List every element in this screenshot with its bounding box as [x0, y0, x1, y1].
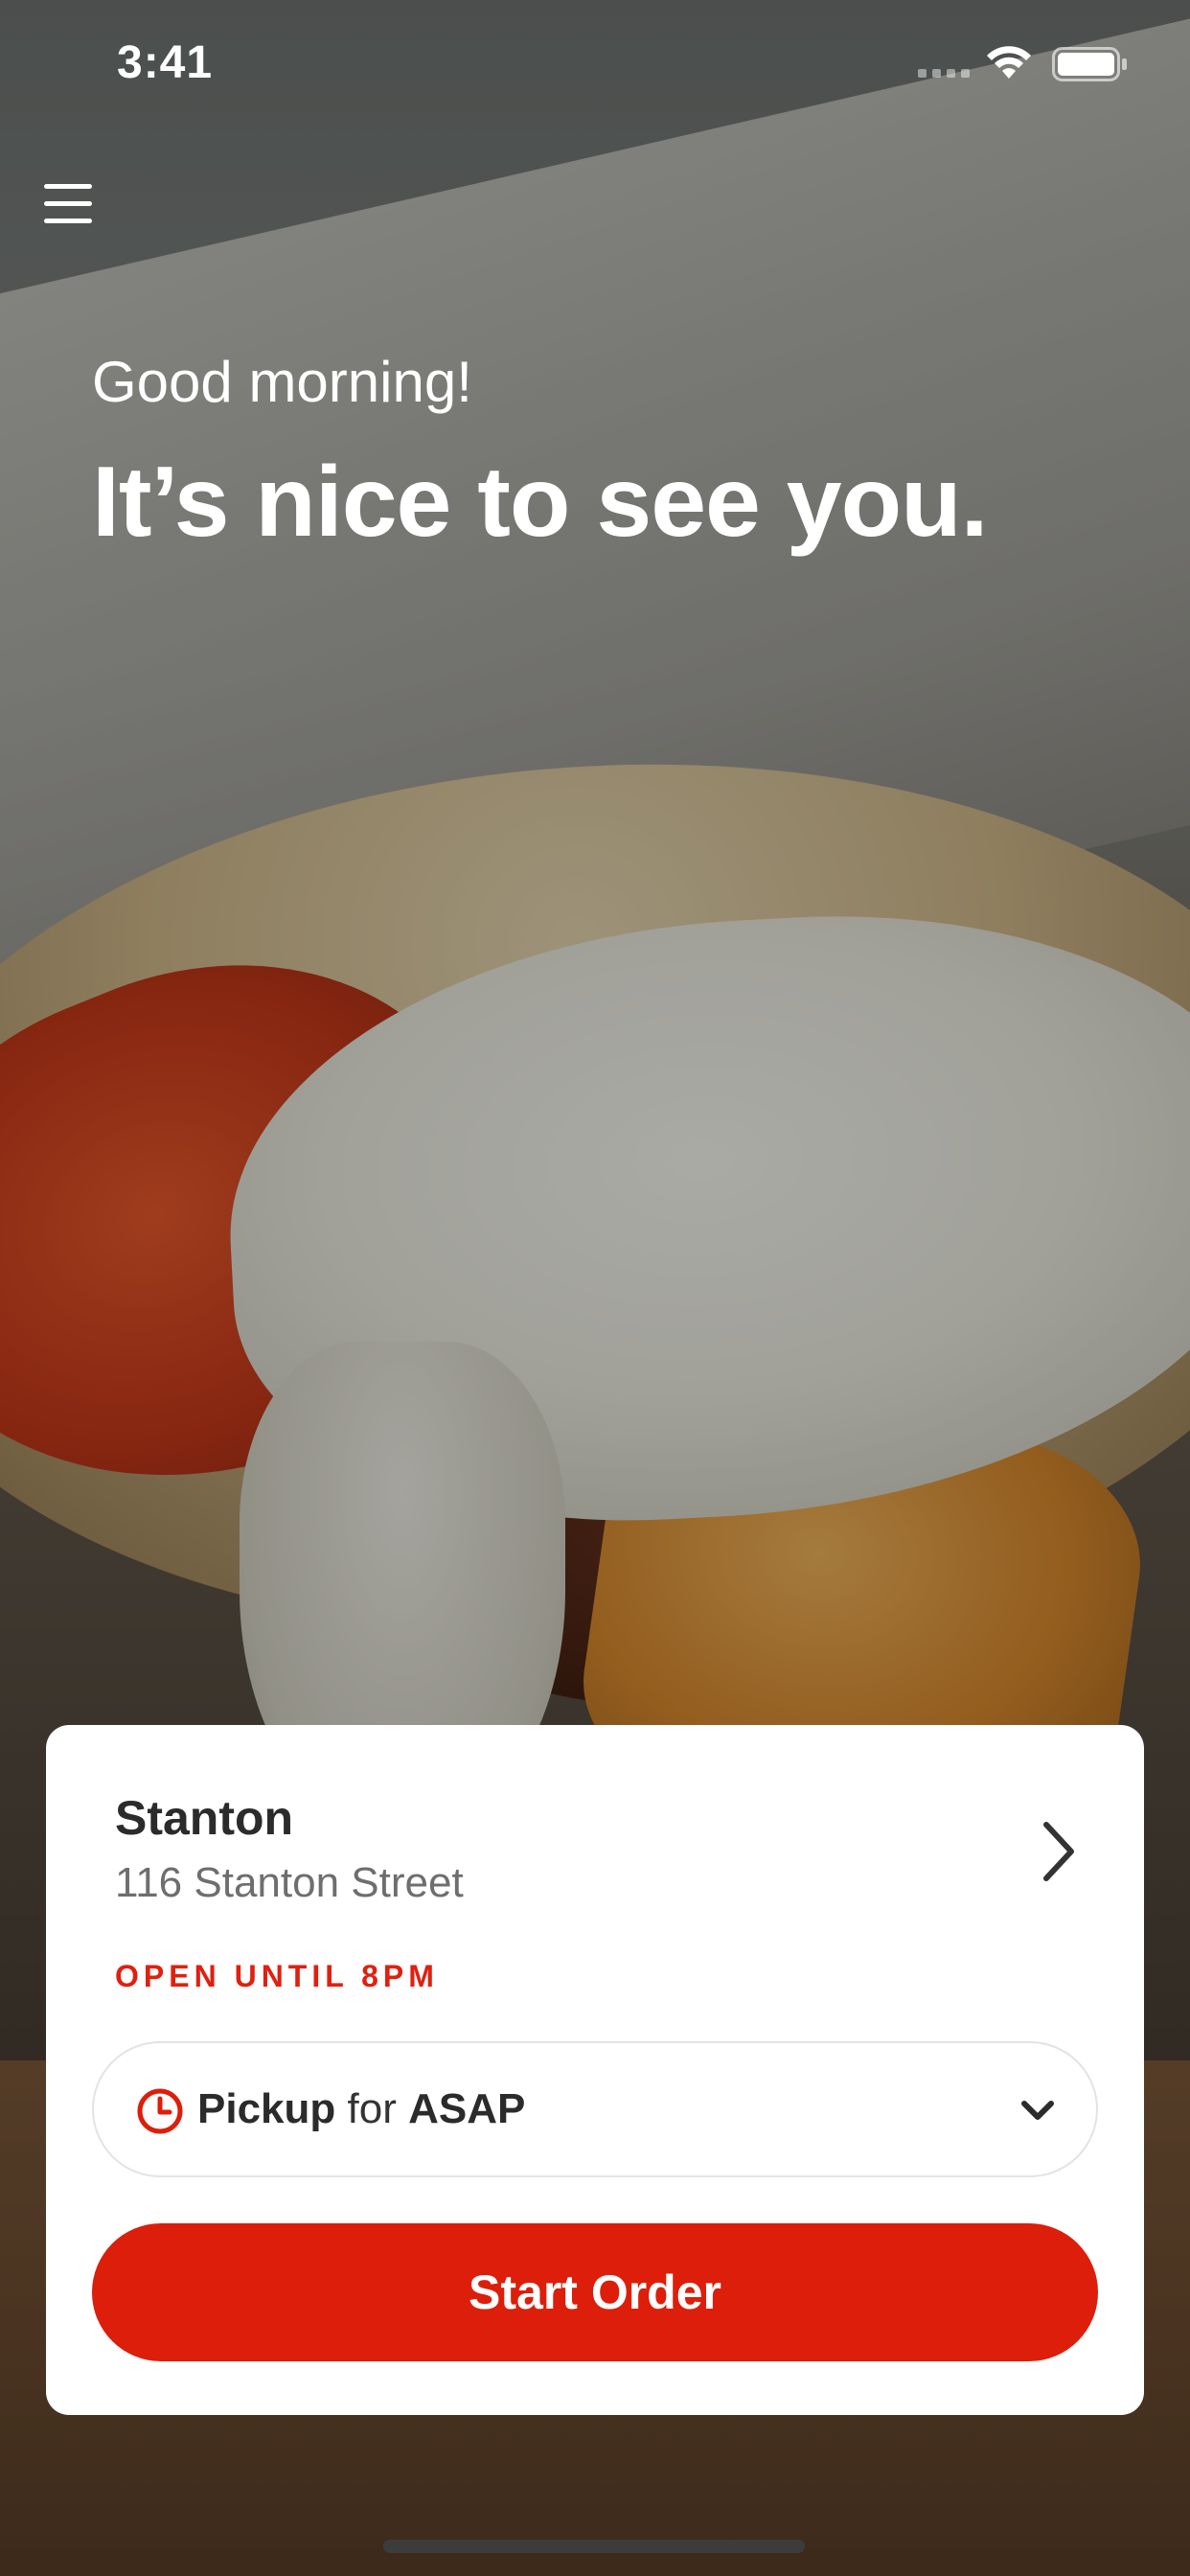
order-mode: Pickup — [197, 2085, 336, 2132]
menu-icon[interactable] — [44, 182, 94, 224]
store-hours-status: OPEN UNTIL 8PM — [115, 1959, 439, 1993]
greeting-text: Good morning! — [92, 350, 472, 414]
chevron-down-icon — [1021, 2101, 1054, 2120]
home-screen: 3:41 Good morning! It’s nice to see you.… — [0, 0, 1190, 2576]
chevron-right-icon[interactable] — [1035, 1817, 1083, 1886]
home-indicator[interactable] — [383, 2540, 805, 2553]
battery-icon — [1052, 47, 1127, 81]
wifi-icon — [987, 46, 1031, 79]
order-connector: for — [347, 2085, 397, 2132]
cellular-signal-icon — [918, 69, 970, 78]
start-order-button[interactable]: Start Order — [92, 2223, 1098, 2361]
order-time: ASAP — [408, 2085, 526, 2132]
order-card: Stanton 116 Stanton Street OPEN UNTIL 8P… — [46, 1725, 1144, 2415]
status-bar-time: 3:41 — [117, 37, 214, 88]
store-address[interactable]: 116 Stanton Street — [115, 1859, 464, 1907]
welcome-headline: It’s nice to see you. — [92, 447, 989, 558]
order-mode-text: Pickup for ASAP — [197, 2085, 525, 2133]
clock-icon — [137, 2088, 183, 2134]
store-name[interactable]: Stanton — [115, 1790, 293, 1846]
pickup-time-dropdown[interactable]: Pickup for ASAP — [92, 2041, 1098, 2177]
